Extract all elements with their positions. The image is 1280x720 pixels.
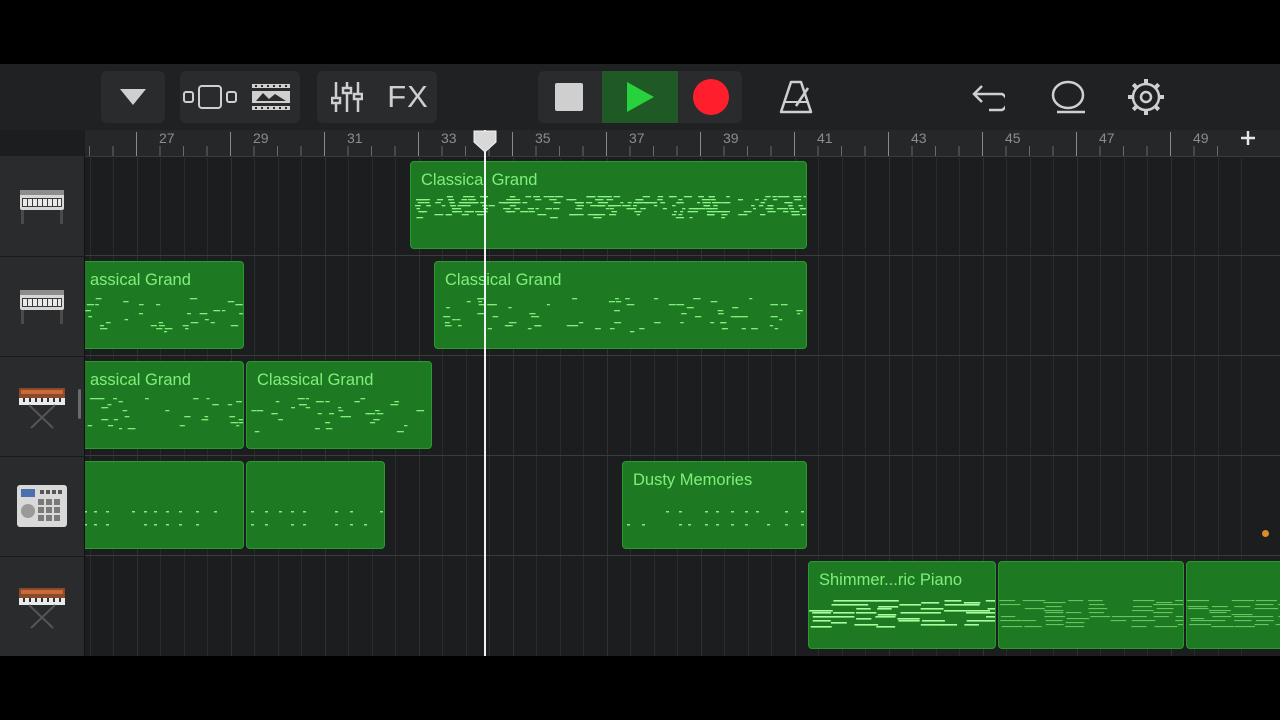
midi-region[interactable] [1186, 561, 1280, 649]
add-section-button[interactable] [1240, 130, 1280, 156]
midi-region[interactable]: Shimmer...ric Piano [808, 561, 996, 649]
fx-button[interactable]: FX [379, 71, 437, 123]
synth-keyboard-icon [19, 588, 65, 629]
lane-divider [85, 555, 1280, 556]
midi-region[interactable] [246, 461, 385, 549]
lasso-icon [1051, 80, 1085, 114]
track-header-4[interactable] [0, 456, 84, 557]
undo-icon [972, 85, 1005, 112]
tracks-view-button[interactable] [180, 71, 240, 123]
loop-icon [252, 84, 290, 110]
record-button[interactable] [680, 71, 742, 123]
region-title: assical Grand [90, 271, 191, 289]
stop-button[interactable] [538, 71, 600, 123]
note-pattern [251, 511, 383, 526]
tracks-view-icon [183, 85, 237, 109]
track-header-2[interactable] [0, 256, 84, 357]
garageband-app: FX 27 29 31 33 35 37 39 41 43 45 47 49 C… [0, 64, 1280, 656]
midi-region[interactable] [85, 461, 244, 549]
browser-toggle-button[interactable] [101, 71, 165, 123]
track-scroll-handle[interactable] [78, 389, 81, 419]
playhead-handle[interactable] [472, 130, 498, 154]
undo-button[interactable] [962, 71, 1014, 123]
timeline-ruler[interactable]: 27 29 31 33 35 37 39 41 43 45 47 49 [85, 130, 1280, 157]
bar-number: 45 [1005, 130, 1021, 146]
loop-browser-button[interactable] [242, 71, 300, 123]
metronome-icon [779, 80, 813, 114]
grand-piano-icon [20, 290, 64, 324]
region-title: Shimmer...ric Piano [819, 571, 963, 589]
sliders-icon [331, 82, 363, 112]
bar-number: 47 [1099, 130, 1115, 146]
midi-region[interactable]: assical Grand [85, 261, 244, 349]
region-title: Dusty Memories [633, 471, 753, 489]
region-title: Classical Grand [421, 171, 538, 189]
triangle-down-icon [120, 89, 146, 105]
record-icon [693, 79, 729, 115]
bar-number: 43 [911, 130, 927, 146]
drum-machine-icon [17, 485, 67, 527]
metronome-button[interactable] [770, 71, 822, 123]
track-header-1[interactable] [0, 156, 84, 257]
bar-number: 39 [723, 130, 739, 146]
lane-divider [85, 255, 1280, 256]
midi-region[interactable]: Classical Grand [246, 361, 432, 449]
midi-region[interactable]: Dusty Memories [622, 461, 807, 549]
fx-label: FX [387, 79, 429, 114]
lane-divider [85, 455, 1280, 456]
midi-region[interactable]: assical Grand [85, 361, 244, 449]
stop-icon [555, 83, 583, 111]
track-headers [0, 156, 85, 656]
synth-keyboard-icon [19, 388, 65, 429]
playhead[interactable] [484, 130, 486, 656]
scroll-indicator-dot [1262, 530, 1269, 537]
tracks-area[interactable]: Classical Grand assical Grand Classical … [85, 156, 1280, 656]
bar-number: 33 [441, 130, 457, 146]
bar-number: 27 [159, 130, 175, 146]
bar-number: 37 [629, 130, 645, 146]
midi-region[interactable]: Classical Grand [434, 261, 807, 349]
lane-divider [85, 355, 1280, 356]
loop-settings-button[interactable] [1042, 71, 1094, 123]
midi-region[interactable] [998, 561, 1184, 649]
note-pattern [1187, 600, 1280, 628]
plus-icon [1241, 131, 1255, 145]
mixer-button[interactable] [317, 71, 377, 123]
midi-region[interactable]: Classical Grand [410, 161, 807, 249]
region-title: assical Grand [90, 371, 191, 389]
note-pattern [85, 511, 217, 526]
gear-icon [1128, 79, 1164, 115]
play-button[interactable] [602, 71, 678, 123]
grand-piano-icon [20, 190, 64, 224]
play-icon [627, 82, 654, 112]
region-title: Classical Grand [445, 271, 562, 289]
region-title: Classical Grand [257, 371, 374, 389]
control-bar: FX [0, 64, 1280, 130]
bar-number: 31 [347, 130, 363, 146]
bar-number: 41 [817, 130, 833, 146]
bar-number: 29 [253, 130, 269, 146]
bar-number: 49 [1193, 130, 1209, 146]
track-header-3[interactable] [0, 356, 84, 457]
note-pattern [999, 600, 1183, 628]
track-header-5[interactable] [0, 556, 84, 656]
bar-number: 35 [535, 130, 551, 146]
settings-button[interactable] [1120, 71, 1172, 123]
